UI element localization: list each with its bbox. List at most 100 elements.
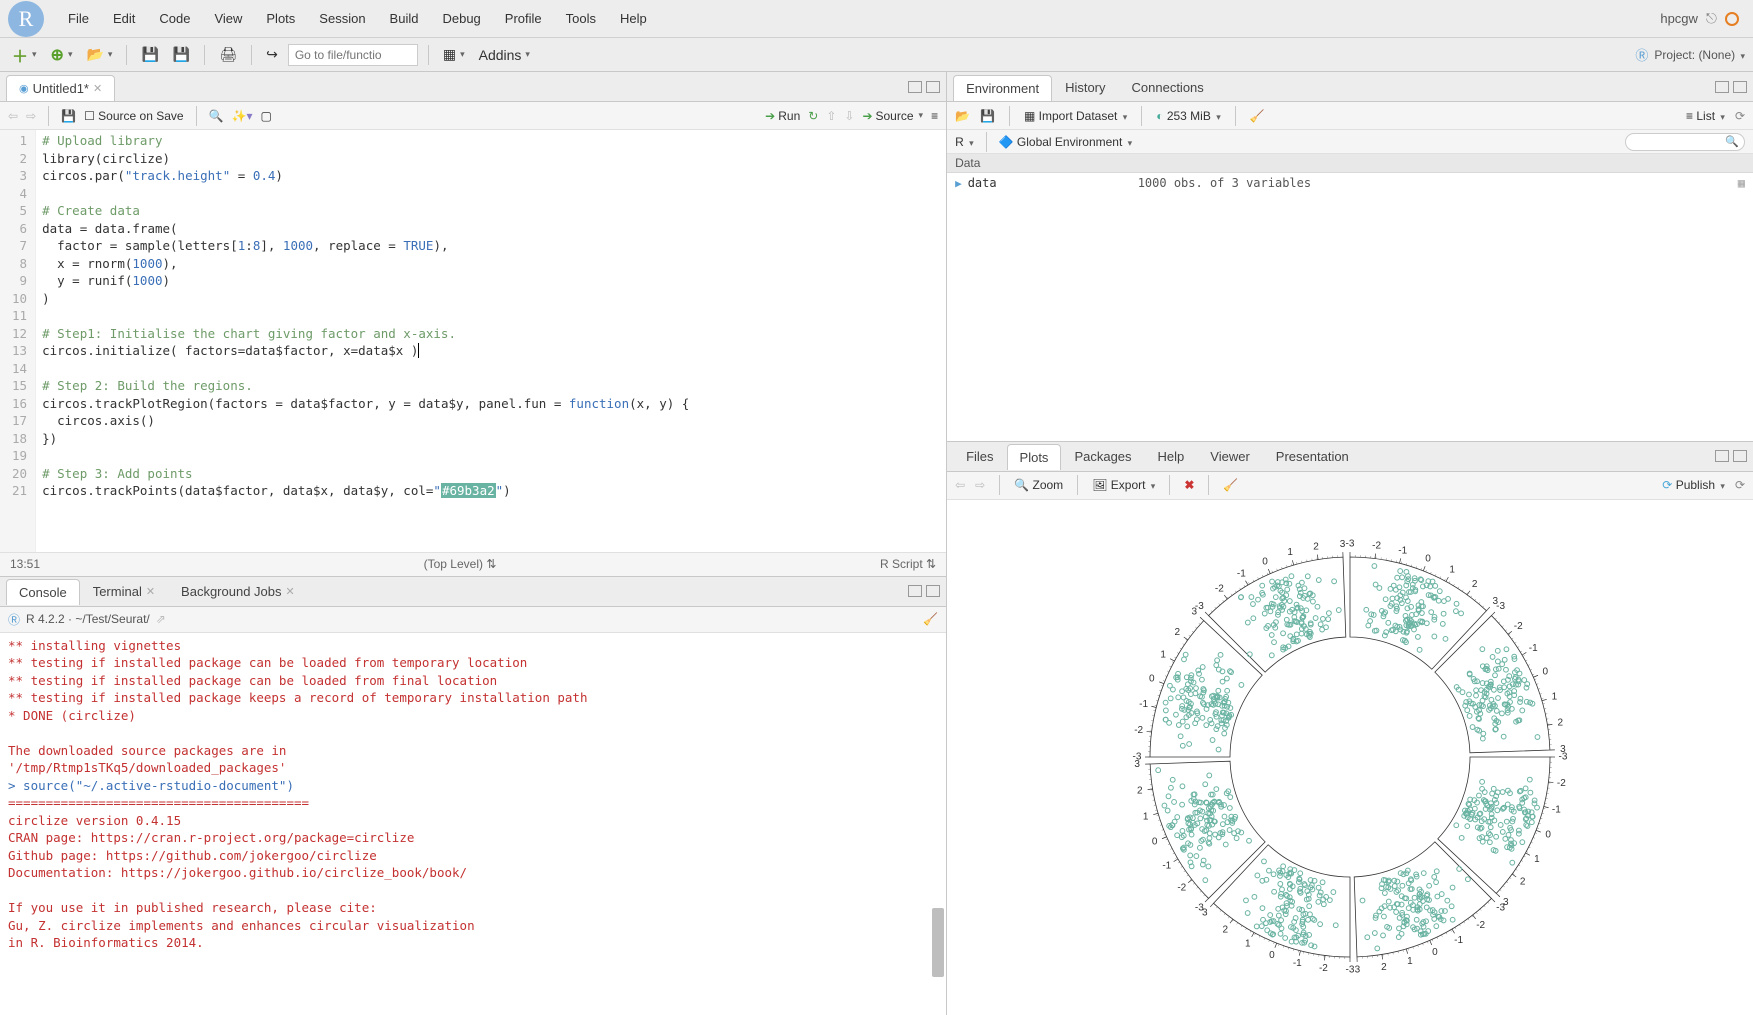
export-button[interactable]: 🖼 Export ▾ bbox=[1092, 478, 1155, 492]
goto-button[interactable]: ↪ bbox=[262, 44, 282, 65]
menubar: R FileEditCodeViewPlotsSessionBuildDebug… bbox=[0, 0, 1753, 38]
clear-console-icon[interactable]: 🧹 bbox=[923, 612, 938, 626]
clear-env-icon[interactable]: 🧹 bbox=[1250, 109, 1265, 123]
new-project-button[interactable]: ⊕▾ bbox=[47, 43, 77, 67]
rerun-button[interactable]: ↻ bbox=[808, 109, 818, 123]
load-workspace-icon[interactable]: 📂 bbox=[955, 109, 970, 123]
grid-button[interactable]: ▦▾ bbox=[439, 44, 469, 65]
minimize-plots-icon[interactable] bbox=[1715, 450, 1729, 462]
project-menu[interactable]: Project: (None) ▾ bbox=[1654, 48, 1745, 62]
menu-session[interactable]: Session bbox=[309, 7, 375, 30]
source-button[interactable]: ➔Source ▾ bbox=[862, 109, 923, 123]
prev-plot-icon[interactable]: ⇦ bbox=[955, 478, 965, 492]
find-icon[interactable]: 🔍 bbox=[209, 109, 224, 123]
cursor-position: 13:51 bbox=[10, 557, 40, 571]
svg-text:2: 2 bbox=[1175, 627, 1181, 638]
svg-text:0: 0 bbox=[1543, 667, 1549, 678]
forward-icon[interactable]: ⇨ bbox=[26, 109, 36, 123]
outline-icon[interactable]: ≡ bbox=[931, 109, 938, 123]
refresh-env-icon[interactable]: ⟳ bbox=[1735, 109, 1745, 123]
down-icon[interactable]: ⇩ bbox=[844, 109, 854, 123]
menu-code[interactable]: Code bbox=[149, 7, 200, 30]
maximize-console-icon[interactable] bbox=[926, 585, 940, 597]
scrollbar-thumb[interactable] bbox=[932, 908, 944, 977]
env-row[interactable]: ▶ data 1000 obs. of 3 variables ▦ bbox=[947, 173, 1753, 193]
print-button[interactable]: 🖨 bbox=[215, 44, 241, 65]
language-selector[interactable]: R Script ⇅ bbox=[880, 557, 936, 571]
back-icon[interactable]: ⇦ bbox=[8, 109, 18, 123]
import-dataset-button[interactable]: ▦ Import Dataset ▾ bbox=[1024, 109, 1127, 123]
plots-tab-help[interactable]: Help bbox=[1145, 443, 1198, 469]
console-wd-icon[interactable]: ⇗ bbox=[156, 612, 166, 626]
svg-text:0: 0 bbox=[1149, 674, 1155, 685]
view-data-icon[interactable]: ▦ bbox=[1738, 176, 1745, 190]
menu-build[interactable]: Build bbox=[380, 7, 429, 30]
expand-icon[interactable]: ▶ bbox=[955, 177, 962, 190]
env-language-selector[interactable]: R ▾ bbox=[955, 135, 974, 149]
addins-button[interactable]: Addins ▾ bbox=[475, 45, 534, 65]
svg-text:0: 0 bbox=[1425, 554, 1431, 565]
menu-file[interactable]: File bbox=[58, 7, 99, 30]
minimize-env-icon[interactable] bbox=[1715, 81, 1729, 93]
plots-tab-files[interactable]: Files bbox=[953, 443, 1006, 469]
menu-plots[interactable]: Plots bbox=[256, 7, 305, 30]
console-tab-background-jobs[interactable]: Background Jobs ✕ bbox=[168, 578, 308, 604]
svg-text:-1: -1 bbox=[1162, 861, 1171, 872]
source-tab[interactable]: ◉ Untitled1* ✕ bbox=[6, 75, 115, 101]
svg-text:0: 0 bbox=[1269, 950, 1275, 961]
plots-tab-viewer[interactable]: Viewer bbox=[1197, 443, 1263, 469]
scope-selector[interactable]: (Top Level) ⇅ bbox=[424, 557, 497, 571]
plots-tab-plots[interactable]: Plots bbox=[1007, 444, 1062, 470]
console-output[interactable]: ** installing vignettes** testing if ins… bbox=[0, 633, 946, 1015]
save-source-icon[interactable]: 💾 bbox=[61, 109, 76, 123]
close-tab-icon[interactable]: ✕ bbox=[93, 82, 102, 95]
publish-button[interactable]: ⟳ Publish ▾ bbox=[1662, 478, 1725, 492]
plots-tab-presentation[interactable]: Presentation bbox=[1263, 443, 1362, 469]
menu-help[interactable]: Help bbox=[610, 7, 657, 30]
env-tab-history[interactable]: History bbox=[1052, 74, 1118, 100]
run-button[interactable]: ➔Run bbox=[765, 109, 800, 123]
env-tab-environment[interactable]: Environment bbox=[953, 75, 1052, 101]
session-status-icon[interactable] bbox=[1725, 12, 1739, 26]
menu-edit[interactable]: Edit bbox=[103, 7, 145, 30]
code-editor[interactable]: 123456789101112131415161718192021 # Uplo… bbox=[0, 130, 946, 552]
list-view-button[interactable]: ≡ List ▾ bbox=[1686, 109, 1725, 123]
svg-text:1: 1 bbox=[1449, 565, 1455, 576]
svg-text:-3: -3 bbox=[1346, 539, 1355, 550]
zoom-button[interactable]: 🔍 Zoom bbox=[1014, 478, 1063, 492]
goto-input[interactable] bbox=[288, 44, 418, 66]
logout-icon[interactable]: ⎋ bbox=[1706, 10, 1717, 27]
save-all-button[interactable]: 💾 bbox=[169, 44, 194, 65]
menu-profile[interactable]: Profile bbox=[495, 7, 552, 30]
console-tab-terminal[interactable]: Terminal ✕ bbox=[80, 578, 168, 604]
next-plot-icon[interactable]: ⇨ bbox=[975, 478, 985, 492]
refresh-plot-icon[interactable]: ⟳ bbox=[1735, 478, 1745, 492]
maximize-env-icon[interactable] bbox=[1733, 81, 1747, 93]
minimize-pane-icon[interactable] bbox=[908, 81, 922, 93]
memory-usage[interactable]: ◐ 253 MiB ▾ bbox=[1156, 109, 1221, 123]
plots-tab-packages[interactable]: Packages bbox=[1061, 443, 1144, 469]
save-button[interactable]: 💾 bbox=[137, 44, 162, 65]
svg-text:-2: -2 bbox=[1514, 621, 1523, 632]
up-icon[interactable]: ⇧ bbox=[826, 109, 836, 123]
minimize-console-icon[interactable] bbox=[908, 585, 922, 597]
svg-text:-2: -2 bbox=[1319, 963, 1328, 974]
svg-text:2: 2 bbox=[1313, 542, 1319, 553]
maximize-pane-icon[interactable] bbox=[926, 81, 940, 93]
save-workspace-icon[interactable]: 💾 bbox=[980, 109, 995, 123]
remove-plot-icon[interactable]: ✖ bbox=[1184, 478, 1194, 492]
env-tab-connections[interactable]: Connections bbox=[1119, 74, 1217, 100]
clear-plots-icon[interactable]: 🧹 bbox=[1223, 478, 1238, 492]
open-file-button[interactable]: 📂▾ bbox=[82, 44, 116, 65]
svg-text:1: 1 bbox=[1407, 956, 1413, 967]
menu-view[interactable]: View bbox=[204, 7, 252, 30]
env-scope-selector[interactable]: 🔷 Global Environment ▾ bbox=[999, 135, 1133, 149]
source-on-save-checkbox[interactable]: ☐ Source on Save bbox=[84, 109, 183, 123]
menu-tools[interactable]: Tools bbox=[556, 7, 606, 30]
new-file-button[interactable]: ＋▾ bbox=[8, 41, 41, 69]
maximize-plots-icon[interactable] bbox=[1733, 450, 1747, 462]
console-tab-console[interactable]: Console bbox=[6, 579, 80, 605]
wand-icon[interactable]: ✨▾ bbox=[232, 109, 253, 123]
compile-report-icon[interactable]: ▢ bbox=[260, 109, 271, 123]
menu-debug[interactable]: Debug bbox=[432, 7, 490, 30]
